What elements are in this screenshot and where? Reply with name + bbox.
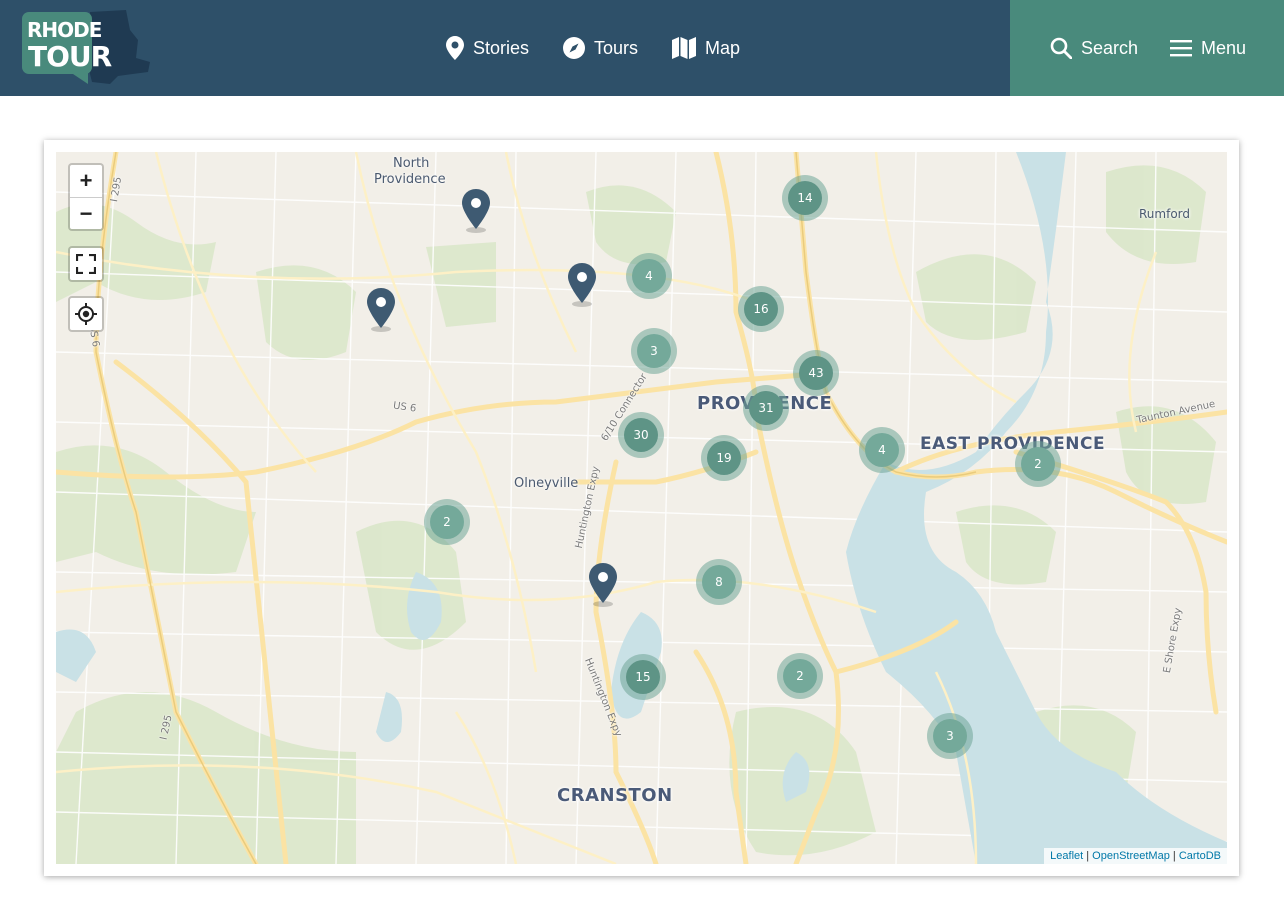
nav-stories-label: Stories: [473, 37, 530, 58]
folded-map-icon: [672, 37, 697, 59]
map-attribution: Leaflet | OpenStreetMap | CartoDB: [1044, 848, 1227, 864]
marker-cluster[interactable]: 15: [620, 654, 666, 700]
marker-cluster[interactable]: 16: [738, 286, 784, 332]
attribution-osm-link[interactable]: OpenStreetMap: [1092, 850, 1170, 862]
fullscreen-icon: [76, 254, 96, 274]
zoom-in-button[interactable]: +: [70, 165, 102, 197]
marker-cluster[interactable]: 19: [701, 435, 747, 481]
marker-cluster[interactable]: 8: [696, 559, 742, 605]
logo-line-1: RHODE: [27, 18, 102, 42]
nav-map[interactable]: Map: [672, 37, 740, 59]
menu-label: Menu: [1201, 37, 1247, 58]
marker-cluster[interactable]: 43: [793, 350, 839, 396]
nav-tours[interactable]: Tours: [563, 37, 638, 59]
map-card: North Providence Rumford PROVIDENCE EAST…: [44, 140, 1239, 876]
compass-icon: [563, 37, 586, 59]
map-marker-pin[interactable]: [461, 189, 491, 233]
nav-tours-label: Tours: [594, 37, 639, 58]
rhode-tour-logo[interactable]: RHODE TOUR: [22, 10, 154, 86]
marker-cluster[interactable]: 30: [618, 412, 664, 458]
zoom-control: + −: [68, 163, 104, 231]
fullscreen-button[interactable]: [70, 248, 102, 280]
locate-button[interactable]: [70, 298, 102, 330]
nav-map-label: Map: [705, 37, 741, 58]
map-pin-icon: [446, 36, 464, 60]
map-canvas[interactable]: North Providence Rumford PROVIDENCE EAST…: [56, 152, 1227, 864]
search-icon: [1050, 37, 1072, 59]
nav-stories[interactable]: Stories: [446, 36, 529, 60]
marker-cluster[interactable]: 3: [927, 713, 973, 759]
menu-button[interactable]: Menu: [1170, 0, 1246, 96]
place-label-rumford: Rumford: [1139, 207, 1190, 221]
place-label-north-providence: Providence: [374, 172, 446, 187]
place-label-olneyville: Olneyville: [514, 476, 579, 491]
logo-line-2: TOUR: [28, 40, 112, 73]
zoom-out-button[interactable]: −: [70, 197, 102, 229]
search-label: Search: [1081, 37, 1139, 58]
crosshair-icon: [75, 303, 97, 325]
marker-cluster[interactable]: 3: [631, 328, 677, 374]
hamburger-icon: [1170, 40, 1192, 57]
main-nav: Stories Tours Map: [446, 0, 774, 96]
marker-cluster[interactable]: 31: [743, 385, 789, 431]
marker-cluster[interactable]: 4: [626, 253, 672, 299]
place-label-cranston: CRANSTON: [557, 785, 673, 806]
place-label-north: North: [393, 156, 430, 171]
place-label-east-providence: EAST PROVIDENCE: [920, 434, 1106, 454]
marker-cluster[interactable]: 2: [1015, 441, 1061, 487]
marker-cluster[interactable]: 14: [782, 175, 828, 221]
map-marker-pin[interactable]: [366, 288, 396, 332]
marker-cluster[interactable]: 4: [859, 427, 905, 473]
header-actions: Search Menu: [1010, 0, 1284, 96]
fullscreen-control: [68, 246, 104, 282]
search-button[interactable]: Search: [1050, 0, 1138, 96]
attribution-leaflet-link[interactable]: Leaflet: [1050, 850, 1083, 862]
attribution-carto-link[interactable]: CartoDB: [1179, 850, 1221, 862]
map-marker-pin[interactable]: [588, 563, 618, 607]
map-marker-pin[interactable]: [567, 263, 597, 307]
marker-cluster[interactable]: 2: [777, 653, 823, 699]
locate-control: [68, 296, 104, 332]
marker-cluster[interactable]: 2: [424, 499, 470, 545]
